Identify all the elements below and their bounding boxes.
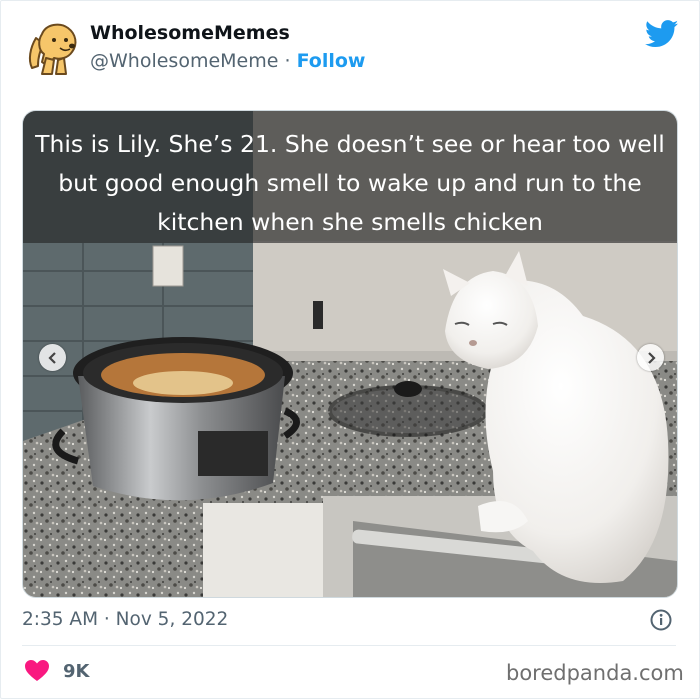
twitter-bird-icon[interactable]	[645, 20, 679, 48]
tweet-photo[interactable]: This is Lily. She’s 21. She doesn’t see …	[22, 110, 678, 598]
follow-button[interactable]: Follow	[297, 50, 366, 72]
separator-dot: ·	[284, 50, 291, 72]
image-caption: This is Lily. She’s 21. She doesn’t see …	[35, 130, 665, 236]
avatar[interactable]	[22, 18, 80, 76]
watermark: boredpanda.com	[506, 661, 684, 685]
next-image-button[interactable]	[637, 344, 664, 371]
previous-image-button[interactable]	[39, 344, 66, 371]
tweet-timestamp[interactable]: 2:35 AM · Nov 5, 2022	[22, 609, 228, 630]
handle-row: @WholesomeMeme · Follow	[90, 50, 365, 72]
divider	[22, 645, 676, 646]
chevron-left-icon	[47, 351, 56, 364]
like-count[interactable]: 9K	[63, 661, 89, 682]
handle[interactable]: @WholesomeMeme	[90, 50, 278, 72]
heart-icon[interactable]	[24, 659, 50, 682]
info-icon[interactable]	[650, 609, 672, 631]
chevron-right-icon	[647, 351, 656, 364]
display-name[interactable]: WholesomeMemes	[90, 22, 290, 44]
